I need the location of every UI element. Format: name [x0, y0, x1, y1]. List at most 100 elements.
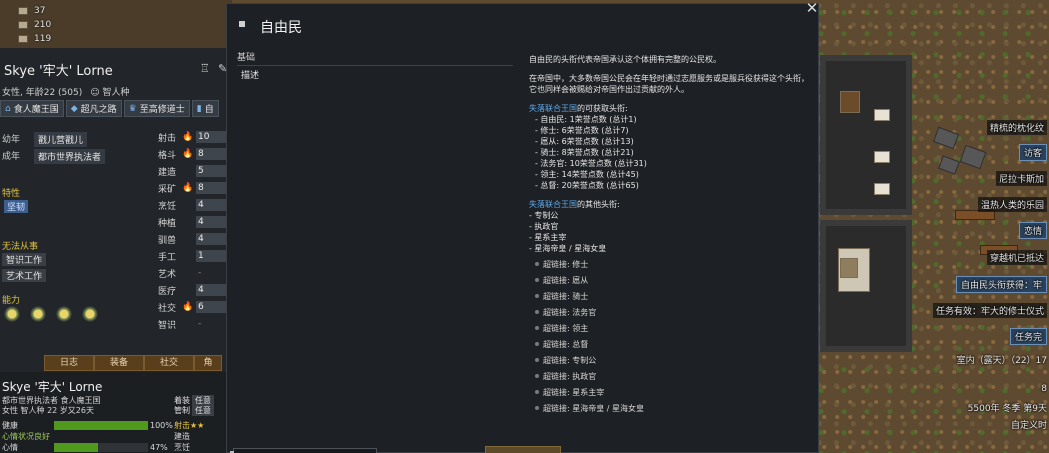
skill-row[interactable]: 格斗 🔥 8 [158, 147, 230, 161]
hyperlink[interactable]: 超链接: 修士 [535, 256, 644, 272]
skill-row[interactable]: 烹饪 4 [158, 198, 230, 212]
adulthood-backstory[interactable]: 都市世界执法者 [34, 149, 106, 164]
dialog-category-list: 基础 描述 [237, 50, 513, 81]
title-line: - 修士: 6荣誉点数 (总计7) [535, 126, 629, 135]
ability-icon[interactable] [2, 306, 22, 322]
resource-value: 119 [34, 34, 52, 44]
skill-row[interactable]: 手工 1 [158, 249, 230, 263]
title-line: - 执政官 [529, 222, 559, 231]
close-button[interactable] [485, 446, 561, 453]
category-basic[interactable]: 基础 [237, 50, 513, 66]
drug-policy[interactable]: 任意 [192, 405, 214, 416]
skill-row[interactable]: 驯兽 4 [158, 232, 230, 246]
faction-link[interactable]: 失落联合王国 [529, 200, 577, 209]
childhood-backstory[interactable]: 戳儿营戳儿 [34, 132, 88, 147]
title-icon: ♛ [128, 103, 137, 114]
notification[interactable]: 任务有效：牢大的修士仪式 [932, 303, 1047, 318]
crate[interactable] [874, 151, 890, 163]
title-info-dialog: 自由民 基础 描述 自由民的头衔代表帝国承认这个体拥有完整的公民权。 在帝国中，… [226, 3, 819, 453]
skill-row[interactable]: 智识 - [158, 317, 230, 331]
tab-gear[interactable]: 装备 [94, 355, 144, 371]
skill-row[interactable]: 射击 🔥 10 [158, 130, 230, 144]
hyperlink[interactable]: 超链接: 扈从 [535, 272, 644, 288]
notification[interactable]: 精梳的枕化纹 [986, 120, 1047, 135]
passion-flame-icon: 🔥 [182, 302, 194, 312]
resource-readout: 37 210 119 [0, 0, 232, 48]
category-description[interactable]: 描述 [237, 66, 513, 81]
notification[interactable]: 穿越机已抵达 [986, 250, 1047, 265]
dialog-description: 自由民的头衔代表帝国承认这个体拥有完整的公民权。 在帝国中，大多数帝国公民会在年… [529, 54, 815, 254]
tab-character[interactable]: 角 [194, 355, 222, 371]
mood-bar-row[interactable]: 心情 47% 烹饪 [2, 442, 190, 453]
incapable-item[interactable]: 艺术工作 [2, 269, 47, 282]
tag-faction[interactable]: ⌂ 食人魔王国 [0, 100, 64, 117]
pawn-race[interactable]: ☺ 智人种 [90, 85, 129, 98]
close-icon[interactable]: ✕ [805, 1, 819, 16]
hyperlink[interactable]: 超链接: 星系主宰 [535, 384, 644, 400]
mood-status-row[interactable]: 心情状况良好 建造 [2, 431, 190, 442]
hyperlink[interactable]: 超链接: 骑士 [535, 288, 644, 304]
incapable-item[interactable]: 智识工作 [2, 253, 47, 266]
hyperlink[interactable]: 超链接: 星海帝皇 / 星海女皇 [535, 400, 644, 416]
notification[interactable]: 自由民头衔获得：牢 [955, 276, 1047, 293]
skill-row[interactable]: 采矿 🔥 8 [158, 181, 230, 195]
ability-icon[interactable] [28, 306, 48, 322]
search-input[interactable] [230, 448, 377, 453]
hyperlink[interactable]: 超链接: 领主 [535, 320, 644, 336]
notification[interactable]: 温热人类的乐园 [977, 197, 1047, 212]
title-line: - 星系主宰 [529, 233, 567, 242]
title-line: - 总督: 20荣誉点数 (总计65) [535, 181, 639, 190]
title-line: - 自由民: 1荣誉点数 (总计1) [535, 115, 637, 124]
title-line: - 法务官: 10荣誉点数 (总计31) [535, 159, 647, 168]
rename-icon[interactable]: ♖ [200, 62, 210, 75]
notification[interactable]: 访客 [1018, 144, 1047, 161]
tag-title[interactable]: ♛ 至高修道士 [123, 100, 190, 117]
table[interactable] [840, 258, 858, 278]
skill-row[interactable]: 建造 5 [158, 164, 230, 178]
crate[interactable] [874, 183, 890, 195]
hyperlink[interactable]: 超链接: 执政官 [535, 368, 644, 384]
building-storage[interactable] [820, 55, 912, 215]
hyperlink[interactable]: 超链接: 法务官 [535, 304, 644, 320]
health-bar [54, 421, 148, 430]
passion-flame-icon: 🔥 [182, 183, 194, 193]
skill-row[interactable]: 社交 🔥 6 [158, 300, 230, 314]
notification[interactable]: 尼拉卡斯加 [995, 171, 1047, 186]
skill-row[interactable]: 种植 4 [158, 215, 230, 229]
temperature-readout: 室内（露天）（22）17 [956, 356, 1047, 366]
abilities-header: 能力 [2, 296, 21, 306]
tag-book[interactable]: ▮ 自 [191, 100, 219, 117]
building-room[interactable] [820, 220, 912, 352]
time-setting[interactable]: 自定义时 [1011, 418, 1047, 431]
crate[interactable] [874, 109, 890, 121]
desc-paragraph: 自由民的头衔代表帝国承认这个体拥有完整的公民权。 [529, 55, 721, 64]
desc-paragraph: 在帝国中，大多数帝国公民会在年轻时通过志愿服务或是服兵役获得这个头衔，它也同样会… [529, 74, 809, 94]
notification[interactable]: 恋情 [1018, 222, 1047, 239]
notification[interactable]: 任务完 [1009, 328, 1047, 345]
title-line: - 扈从: 6荣誉点数 (总计13) [535, 137, 634, 146]
skill-row[interactable]: 艺术 - [158, 266, 230, 280]
skill-row[interactable]: 医疗 4 [158, 283, 230, 297]
ideology-icon: ◆ [70, 103, 78, 114]
pawn-info: 女性, 年龄22 (505) [2, 88, 83, 98]
health-bar-row[interactable]: 健康 100% 射击★★ [2, 420, 204, 431]
hyperlink[interactable]: 超链接: 总督 [535, 336, 644, 352]
ability-icon[interactable] [54, 306, 74, 322]
incapable-header: 无法从事 [2, 242, 39, 252]
tab-log[interactable]: 日志 [44, 355, 94, 371]
resource-value: 37 [34, 6, 46, 16]
title-line: - 星海帝皇 / 星海女皇 [529, 244, 607, 253]
title-line: - 专制公 [529, 211, 559, 220]
childhood-label: 幼年 [2, 135, 21, 145]
trait-tough[interactable]: 坚韧 [4, 200, 29, 213]
ability-icon[interactable] [80, 306, 100, 322]
date-readout: 5500年 冬季 第9天 [967, 404, 1047, 414]
hyperlink[interactable]: 超链接: 专制公 [535, 352, 644, 368]
tab-social[interactable]: 社交 [144, 355, 194, 371]
tag-ideology[interactable]: ◆ 超凡之路 [65, 100, 122, 117]
book-icon: ▮ [196, 103, 202, 114]
workbench[interactable] [840, 91, 860, 113]
faction-link[interactable]: 失落联合王国 [529, 104, 577, 113]
faction-icon: ⌂ [5, 103, 11, 114]
resource-icon [18, 7, 28, 15]
